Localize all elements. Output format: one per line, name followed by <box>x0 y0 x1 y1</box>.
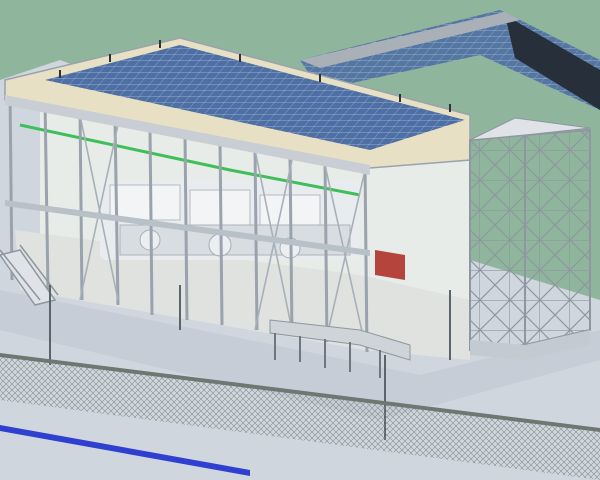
red-panel <box>375 250 405 280</box>
tower-face-side <box>524 128 591 347</box>
tower-face-front <box>469 133 526 352</box>
tower-icon <box>469 117 591 360</box>
plant-render <box>0 0 600 480</box>
